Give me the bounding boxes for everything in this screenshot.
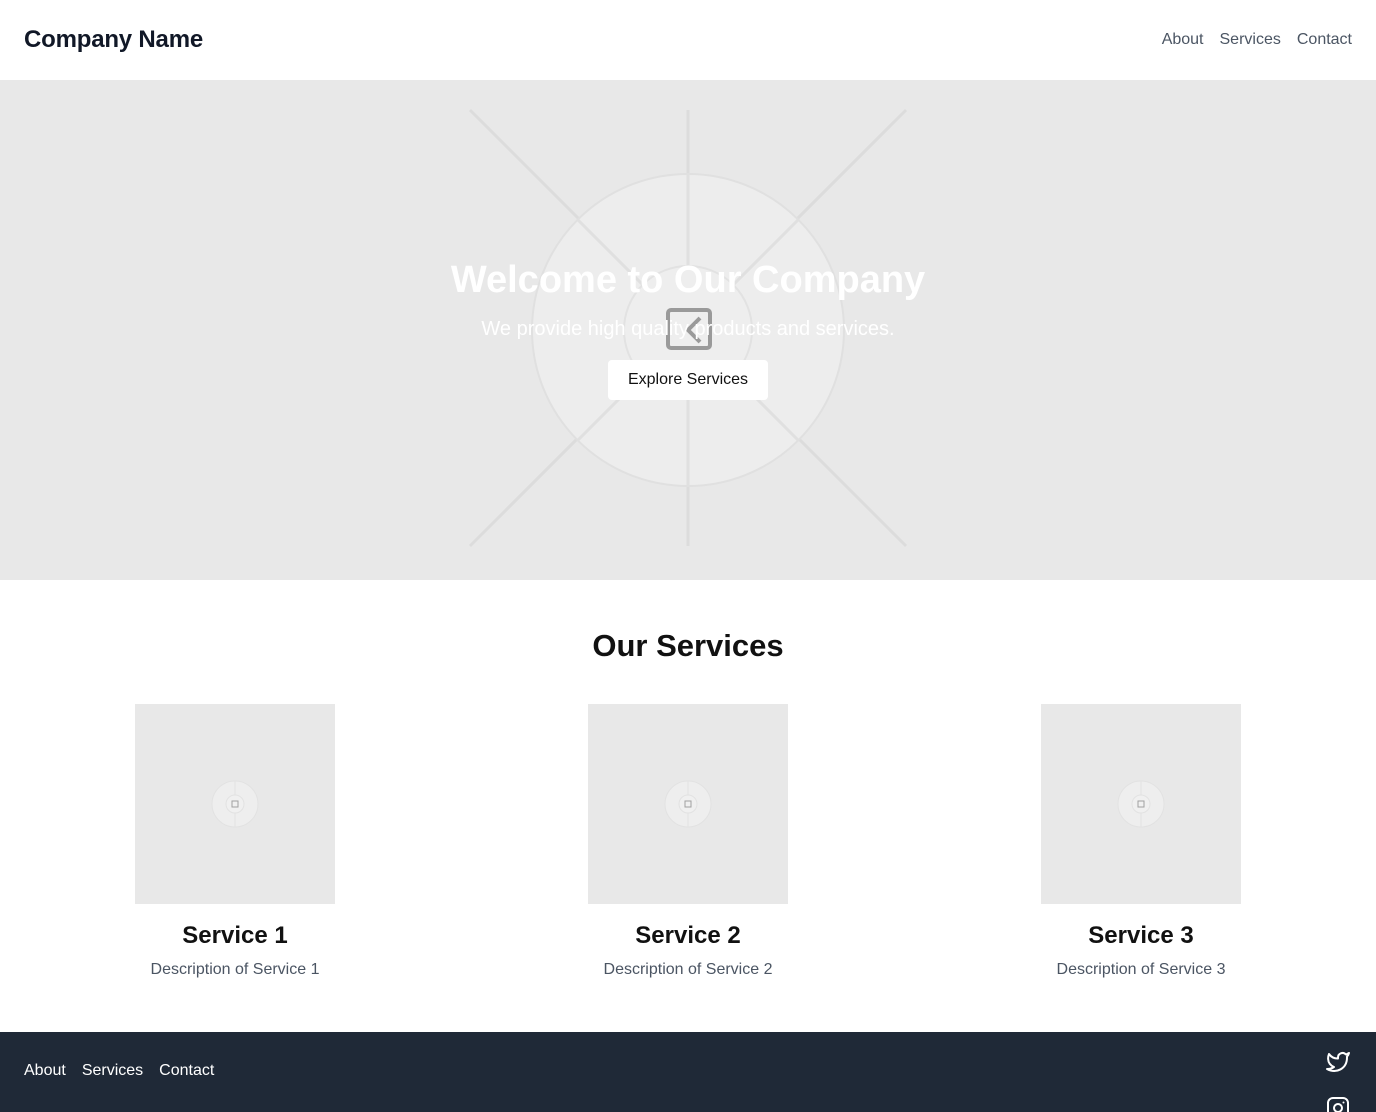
service-description: Description of Service 1 xyxy=(150,961,320,978)
hero-section: Welcome to Our Company We provide high q… xyxy=(0,80,1376,580)
top-nav: About Services Contact xyxy=(1162,31,1352,49)
instagram-icon[interactable] xyxy=(1326,1096,1350,1112)
twitter-icon[interactable] xyxy=(1326,1050,1350,1074)
nav-link-services[interactable]: Services xyxy=(1220,31,1281,49)
image-placeholder-icon xyxy=(1117,780,1165,828)
nav-link-about[interactable]: About xyxy=(1162,31,1204,49)
service-description: Description of Service 2 xyxy=(603,961,773,978)
hero-subtitle: We provide high quality products and ser… xyxy=(481,318,895,340)
nav-link-contact[interactable]: Contact xyxy=(1297,31,1352,49)
service-title: Service 2 xyxy=(635,922,741,949)
services-section: Our Services Service 1 Description of Se… xyxy=(0,580,1376,1032)
service-title: Service 1 xyxy=(182,922,288,949)
service-title: Service 3 xyxy=(1088,922,1194,949)
footer-link-about[interactable]: About xyxy=(24,1062,66,1080)
service-card: Service 1 Description of Service 1 xyxy=(85,704,385,980)
site-header: Company Name About Services Contact xyxy=(0,0,1376,80)
service-image-placeholder xyxy=(1041,704,1241,904)
service-description: Description of Service 3 xyxy=(1056,961,1226,978)
service-image-placeholder xyxy=(588,704,788,904)
hero-content: Welcome to Our Company We provide high q… xyxy=(0,80,1376,580)
services-heading: Our Services xyxy=(592,628,784,663)
image-placeholder-icon xyxy=(211,780,259,828)
service-image-placeholder xyxy=(135,704,335,904)
service-card: Service 3 Description of Service 3 xyxy=(991,704,1291,980)
brand-logo-text[interactable]: Company Name xyxy=(24,26,203,54)
footer-nav: About Services Contact xyxy=(24,1062,214,1080)
explore-services-button[interactable]: Explore Services xyxy=(607,360,769,400)
social-links xyxy=(1326,1020,1352,1112)
facebook-icon[interactable] xyxy=(1326,1020,1350,1028)
image-placeholder-icon xyxy=(664,780,712,828)
service-card: Service 2 Description of Service 2 xyxy=(538,704,838,980)
footer-link-contact[interactable]: Contact xyxy=(159,1062,214,1080)
footer-link-services[interactable]: Services xyxy=(82,1062,143,1080)
hero-title: Welcome to Our Company xyxy=(450,259,926,301)
site-footer: About Services Contact xyxy=(0,1020,1376,1112)
